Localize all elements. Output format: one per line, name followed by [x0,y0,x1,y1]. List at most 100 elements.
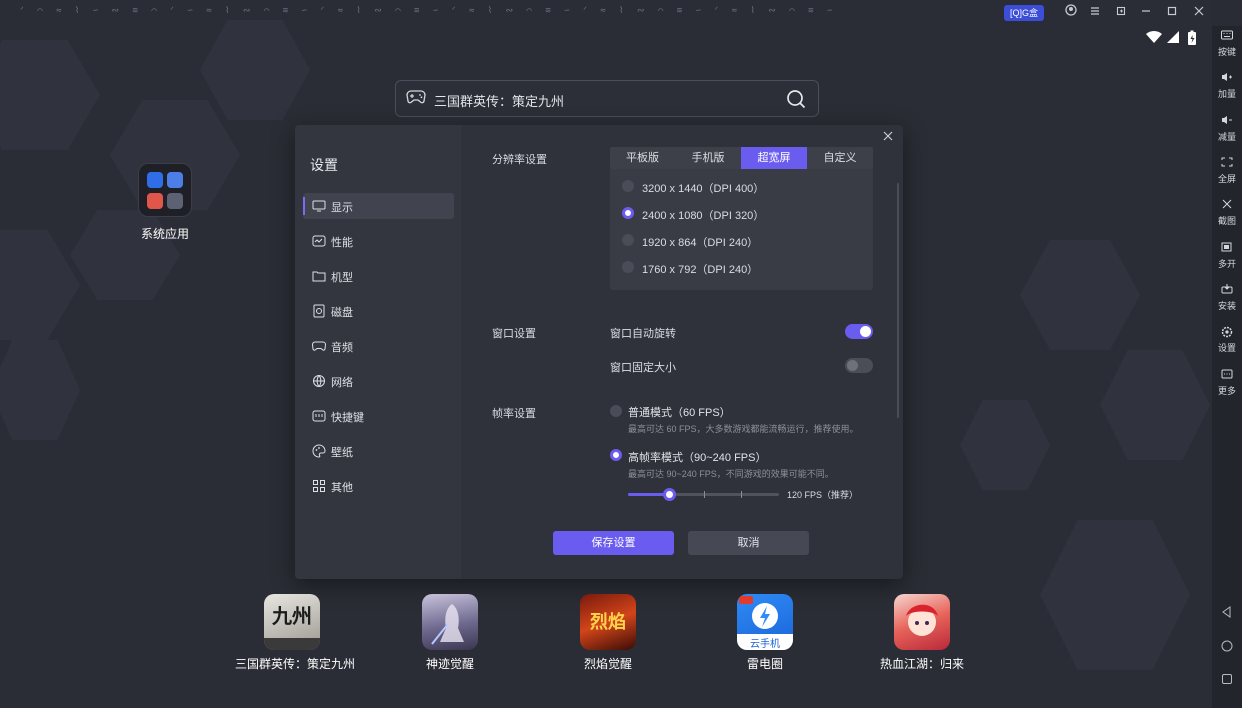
keyboard-button[interactable]: 按键 [1212,30,1242,58]
title-bar: ᐟ ⌒ ≈ ⌇ ∽ ∾ ≋ ⌒ ᐟ ∽ ≈ ⌇ ∾ ⌒ ≋ ∽ ᐟ ≈ ⌇ ∾ … [0,0,1242,26]
restore-window-icon[interactable] [1112,4,1130,22]
fullscreen-button[interactable]: 全屏 [1212,157,1242,185]
browser-app-icon [167,172,183,188]
install-button[interactable]: 安装 [1212,284,1242,312]
volume-up-icon [1212,72,1242,86]
resolution-section-label: 分辨率设置 [492,154,547,166]
resolution-option-label: 2400 x 1080（DPI 320） [642,210,765,222]
fps-slider[interactable] [628,488,779,501]
recent-apps-icon[interactable] [1218,673,1236,691]
more-icon [1212,369,1242,383]
settings-menu-model[interactable]: 机型 [303,263,454,289]
wifi-icon [1145,30,1163,47]
app-sanguo-tile-text: 九州 [272,604,312,628]
background-hexagon [1020,240,1140,350]
settings-menu-label: 磁盘 [331,307,353,319]
search-icon[interactable] [786,89,806,109]
globe-icon [312,374,326,388]
fps-slider-thumb[interactable] [662,488,676,501]
grid-icon [312,479,326,493]
user-icon[interactable] [1062,4,1080,22]
keyboard-icon [1212,30,1242,44]
maximize-icon[interactable] [1163,4,1181,22]
auto-rotate-label: 窗口自动旋转 [610,328,676,340]
battery-icon [1187,30,1197,49]
resolution-tabs: 平板版 手机版 超宽屏 自定义 [610,147,873,169]
app-shenji-icon[interactable] [422,594,478,650]
more-label: 更多 [1217,386,1236,396]
settings-menu-other[interactable]: 其他 [303,473,454,499]
settings-menu-label: 壁纸 [331,447,353,459]
app-sanguo-label: 三国群英传：策定九州 [235,657,356,671]
high-fps-mode-title: 高帧率模式（90~240 FPS） [628,452,767,464]
tab-ultrawide[interactable]: 超宽屏 [741,147,807,169]
app-sanguo-icon[interactable]: 九州 [264,594,320,650]
high-fps-mode-description: 最高可达 90~240 FPS，不同游戏的效果可能不同。 [628,469,834,479]
gear-icon [1212,326,1242,340]
settings-menu-display[interactable]: 显示 [303,193,454,219]
settings-menu-label: 性能 [331,237,353,249]
scissors-icon [1212,199,1242,213]
screenshot-button[interactable]: 截图 [1212,199,1242,227]
volume-up-button[interactable]: 加量 [1212,72,1242,100]
gallery-app-icon [147,193,163,209]
settings-menu-network[interactable]: 网络 [303,368,454,394]
gamepad-small-icon [311,339,327,353]
settings-menu-wallpaper[interactable]: 壁纸 [303,438,454,464]
app-leidian-tile-text: 云手机 [750,639,780,650]
system-apps-folder[interactable] [138,163,192,217]
folder-icon [312,269,326,283]
app-rexue-label: 热血江湖：归来 [879,657,964,671]
settings-menu-disk[interactable]: 磁盘 [303,298,454,324]
background-hexagon [960,400,1050,490]
high-fps-mode-radio[interactable] [610,449,622,461]
settings-scrollbar[interactable] [897,183,899,418]
search-bar[interactable]: 三国群英传：策定九州 [395,80,819,117]
normal-mode-radio[interactable] [610,405,622,417]
save-button[interactable]: 保存设置 [553,531,674,555]
app-lieyan-label: 烈焰觉醒 [583,657,632,671]
settings-dialog: 设置 显示 性能 机型 磁盘 音频 网络 快捷键 壁纸 其他 分辨率设置 平板版… [295,125,903,579]
settings-title: 设置 [310,157,338,173]
install-label: 安装 [1217,301,1236,311]
more-button[interactable]: 更多 [1212,369,1242,397]
background-hexagon [0,340,80,440]
app-leidian-icon[interactable]: 云手机 [737,594,793,650]
back-icon[interactable] [1218,606,1236,624]
settings-menu-shortcuts[interactable]: 快捷键 [303,403,454,429]
settings-menu-label: 音频 [331,342,353,354]
tab-custom[interactable]: 自定义 [807,147,873,169]
minimize-icon[interactable] [1137,4,1155,22]
auto-rotate-toggle[interactable] [845,324,873,339]
qq-badge[interactable]: [Q]G盒 [1004,5,1045,21]
background-hexagon [0,40,100,150]
resolution-radio[interactable] [622,261,634,273]
home-icon[interactable] [1218,640,1236,658]
search-input[interactable]: 三国群英传：策定九州 [434,91,564,110]
resolution-radio[interactable] [622,234,634,246]
cancel-button[interactable]: 取消 [688,531,809,555]
volume-down-button[interactable]: 减量 [1212,115,1242,143]
menu-icon[interactable] [1086,4,1104,22]
framerate-section-label: 帧率设置 [492,408,536,420]
keyboard-label: 按键 [1217,47,1236,57]
multi-instance-button[interactable]: 多开 [1212,242,1242,270]
settings-menu-audio[interactable]: 音频 [303,333,454,359]
fixed-size-toggle[interactable] [845,358,873,373]
close-icon[interactable] [881,130,895,144]
settings-sidebar: 设置 显示 性能 机型 磁盘 音频 网络 快捷键 壁纸 其他 [295,125,461,579]
close-window-icon[interactable] [1190,4,1208,22]
app-lieyan-icon[interactable]: 烈焰 [580,594,636,650]
window-section-label: 窗口设置 [492,328,536,340]
settings-button[interactable]: 设置 [1212,326,1242,354]
volume-down-icon [1212,115,1242,129]
resolution-radio[interactable] [622,180,634,192]
background-hexagon [0,230,80,340]
resolution-radio-selected[interactable] [622,207,634,219]
app-rexue-icon[interactable] [894,594,950,650]
screenshot-label: 截图 [1217,216,1236,226]
tab-tablet[interactable]: 平板版 [610,147,675,169]
tab-phone[interactable]: 手机版 [675,147,741,169]
settings-menu-performance[interactable]: 性能 [303,228,454,254]
multi-instance-label: 多开 [1217,259,1236,269]
